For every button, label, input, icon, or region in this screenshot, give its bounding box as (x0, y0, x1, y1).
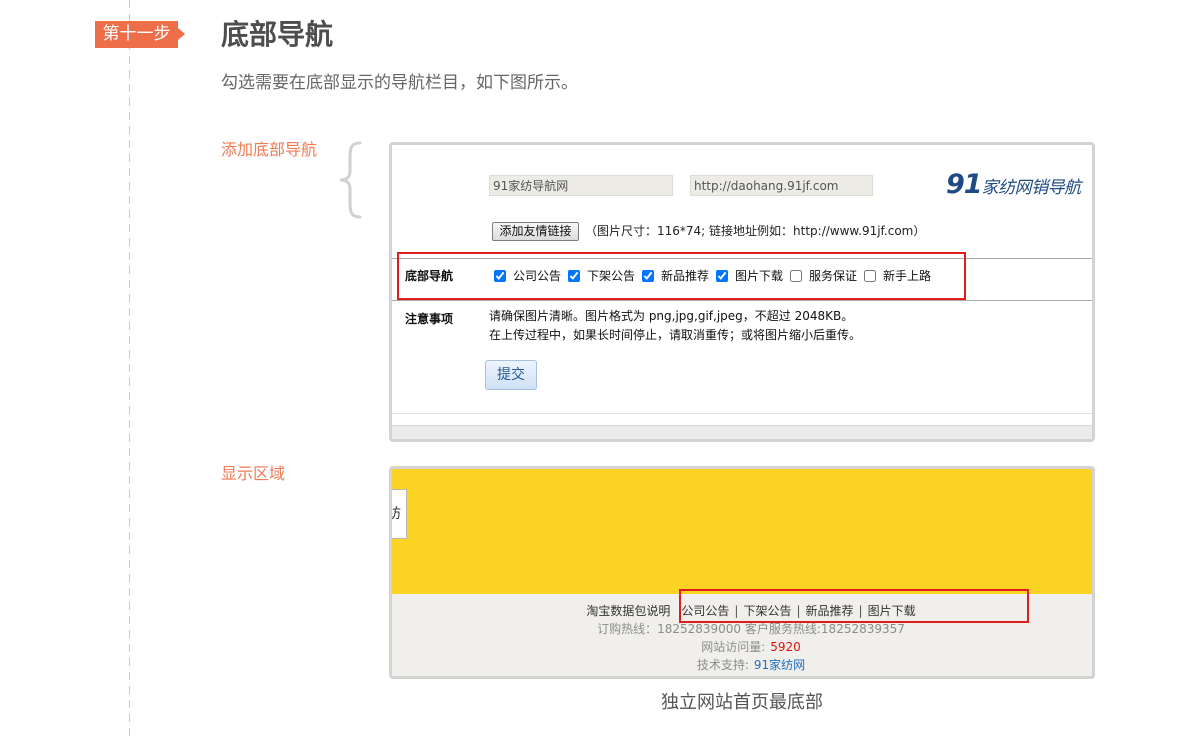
step-title: 底部导航 (221, 18, 334, 51)
nav-option-label: 新手上路 (883, 269, 932, 283)
submit-button[interactable]: 提交 (485, 360, 537, 390)
add-friend-link-button[interactable]: 添加友情链接 (492, 222, 579, 241)
step-badge: 第十一步 (95, 21, 185, 48)
preview-caption: 独立网站首页最底部 (661, 692, 823, 713)
curly-brace-decoration (339, 141, 362, 219)
footer-separator: | (734, 604, 739, 618)
checkbox-beginner-guide[interactable] (864, 270, 876, 282)
footer-link-image-download[interactable]: 图片下载 (868, 604, 916, 618)
checkbox-delisting-notice[interactable] (568, 270, 580, 282)
checkbox-company-notice[interactable] (494, 270, 506, 282)
settings-form-panel: 91家纺网销导航 添加友情链接 （图片尺寸：116*74; 链接地址例如：htt… (389, 142, 1095, 442)
footer-nav-line: 淘宝数据包说明 公司公告 | 下架公告 | 新品推荐 | 图片下载 (392, 602, 1092, 620)
nav-option-beginner-guide[interactable]: 新手上路 (864, 268, 938, 284)
site-url-input[interactable] (690, 175, 873, 196)
support-label: 技术支持: (696, 658, 749, 672)
divider (392, 300, 1092, 301)
note-line: 请确保图片清晰。图片格式为 png,jpg,gif,jpeg，不超过 2048K… (489, 309, 854, 323)
logo-number: 91 (946, 169, 983, 200)
section-label-add: 添加底部导航 (221, 140, 318, 159)
panel-bottom-band (392, 425, 1092, 439)
step-subtitle: 勾选需要在底部显示的导航栏目，如下图所示。 (221, 73, 578, 93)
footer-link-delisting-notice[interactable]: 下架公告 (743, 604, 791, 618)
checkbox-image-download[interactable] (716, 270, 728, 282)
nav-option-service-guarantee[interactable]: 服务保证 (790, 268, 864, 284)
footer-support: 技术支持: 91家纺网 (392, 656, 1092, 674)
nav-option-label: 公司公告 (513, 269, 562, 283)
section-label-display: 显示区域 (221, 464, 286, 483)
nav-option-company-notice[interactable]: 公司公告 (494, 268, 568, 284)
support-link[interactable]: 91家纺网 (754, 658, 805, 672)
footer-separator: | (796, 604, 801, 618)
footer-link-new-products[interactable]: 新品推荐 (806, 604, 854, 618)
preview-side-tab: 纺 (392, 489, 407, 539)
preview-footer: 淘宝数据包说明 公司公告 | 下架公告 | 新品推荐 | 图片下载 订购热线：18252839… (392, 594, 1092, 676)
footer-hotline: 订购热线：18252839000 客户服务热线:18252839357 (597, 622, 905, 636)
visits-count: 5920 (770, 640, 801, 654)
nav-option-new-products[interactable]: 新品推荐 (642, 268, 716, 284)
checkbox-new-products[interactable] (642, 270, 654, 282)
footer-link-company-notice[interactable]: 公司公告 (681, 604, 729, 618)
nav-option-label: 下架公告 (587, 269, 636, 283)
site-name-input[interactable] (489, 175, 673, 196)
note-line: 在上传过程中，如果长时间停止，请取消重传；或将图片缩小后重传。 (489, 328, 862, 342)
nav-option-delisting-notice[interactable]: 下架公告 (568, 268, 642, 284)
site-logo: 91家纺网销导航 (946, 169, 1081, 200)
footer-preview-panel: 纺 淘宝数据包说明公司公告 | 下架公告 | 新品推荐 | 图片下载 订购热线：182528… (389, 466, 1095, 679)
checkbox-service-guarantee[interactable] (790, 270, 802, 282)
nav-options: 公司公告 下架公告 新品推荐 图片下载 服务保证 新手上路 (494, 268, 938, 284)
preview-banner-area (392, 469, 1092, 594)
nav-option-label: 服务保证 (809, 269, 858, 283)
divider (392, 258, 1092, 259)
bottom-nav-label: 底部导航 (405, 269, 454, 283)
footer-separator: | (858, 604, 863, 618)
logo-text: 家纺网销导航 (981, 178, 1082, 198)
notes-label: 注意事项 (405, 312, 454, 326)
footer-visits: 网站访问量: 5920 (392, 638, 1092, 656)
nav-option-label: 新品推荐 (661, 269, 710, 283)
add-link-hint: （图片尺寸：116*74; 链接地址例如：http://www.91jf.com… (585, 224, 926, 238)
divider (392, 413, 1092, 414)
timeline-dashed-line (129, 0, 130, 740)
footer-link-taobao-data[interactable]: 淘宝数据包说明 (586, 604, 670, 618)
nav-option-label: 图片下载 (735, 269, 784, 283)
side-tab-text-fragment: 纺 (392, 506, 401, 522)
tutorial-page: 第十一步 底部导航 勾选需要在底部显示的导航栏目，如下图所示。 添加底部导航 9… (0, 0, 1190, 740)
nav-option-image-download[interactable]: 图片下载 (716, 268, 790, 284)
visits-label: 网站访问量: (701, 640, 766, 654)
